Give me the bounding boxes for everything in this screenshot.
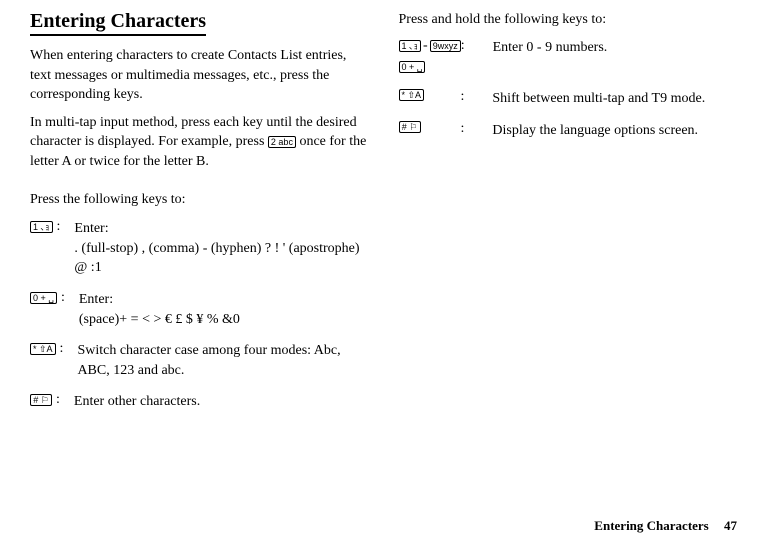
key-entry: * ⇧A : Shift between multi-tap and T9 mo… bbox=[399, 89, 738, 109]
key-9-icon: 9wxyz bbox=[430, 40, 461, 52]
key-1-icon: 1 ､ｮ bbox=[30, 221, 53, 233]
colon: : bbox=[57, 219, 61, 235]
colon: : bbox=[61, 290, 65, 306]
entry-desc: Display the language options screen. bbox=[492, 121, 737, 141]
intro-para-2: In multi-tap input method, press each ke… bbox=[30, 113, 369, 172]
entry-desc: Enter: (space)+ = < > € £ $ ¥ % &0 bbox=[79, 290, 369, 329]
key-hash-icon: # ⚐ bbox=[30, 394, 52, 406]
section2-heading: Press and hold the following keys to: bbox=[399, 10, 738, 30]
footer-title: Entering Characters bbox=[594, 518, 708, 533]
footer-page-number: 47 bbox=[724, 518, 737, 533]
key-hash-icon: # ⚐ bbox=[399, 121, 421, 133]
key-1-icon: 1 ､ｮ bbox=[399, 40, 422, 52]
key-entry: 1 ､ｮ - 9wxyz : Enter 0 - 9 numbers. bbox=[399, 38, 738, 58]
colon: : bbox=[461, 121, 465, 137]
entry-desc: Switch character case among four modes: … bbox=[77, 341, 368, 380]
key-entry: 0 + ␣ : Enter: (space)+ = < > € £ $ ¥ % … bbox=[30, 290, 369, 329]
key-entry: 1 ､ｮ : Enter: . (full-stop) , (comma) - … bbox=[30, 219, 369, 278]
page-footer: Entering Characters 47 bbox=[594, 518, 737, 534]
key-star-icon: * ⇧A bbox=[30, 343, 56, 355]
page-title: Entering Characters bbox=[30, 10, 206, 36]
key-entry: 0 + ␣ : bbox=[399, 61, 738, 77]
key-entry: # ⚐ : Display the language options scree… bbox=[399, 121, 738, 141]
key-2-icon: 2 abc bbox=[268, 136, 296, 148]
entry-desc: Enter other characters. bbox=[74, 392, 369, 412]
section1-heading: Press the following keys to: bbox=[30, 190, 369, 210]
key-entry: * ⇧A : Switch character case among four … bbox=[30, 341, 369, 380]
colon: : bbox=[56, 392, 60, 408]
key-star-icon: * ⇧A bbox=[399, 89, 425, 101]
colon: : bbox=[60, 341, 64, 357]
colon: : bbox=[461, 38, 465, 54]
key-0-icon: 0 + ␣ bbox=[399, 61, 426, 73]
entry-desc: Enter: . (full-stop) , (comma) - (hyphen… bbox=[74, 219, 368, 278]
key-entry: # ⚐ : Enter other characters. bbox=[30, 392, 369, 412]
intro-para-1: When entering characters to create Conta… bbox=[30, 46, 369, 105]
key-0-icon: 0 + ␣ bbox=[30, 292, 57, 304]
dash: - bbox=[423, 38, 428, 54]
entry-desc: Enter 0 - 9 numbers. bbox=[493, 38, 737, 58]
entry-desc: Shift between multi-tap and T9 mode. bbox=[492, 89, 737, 109]
colon: : bbox=[461, 89, 465, 105]
